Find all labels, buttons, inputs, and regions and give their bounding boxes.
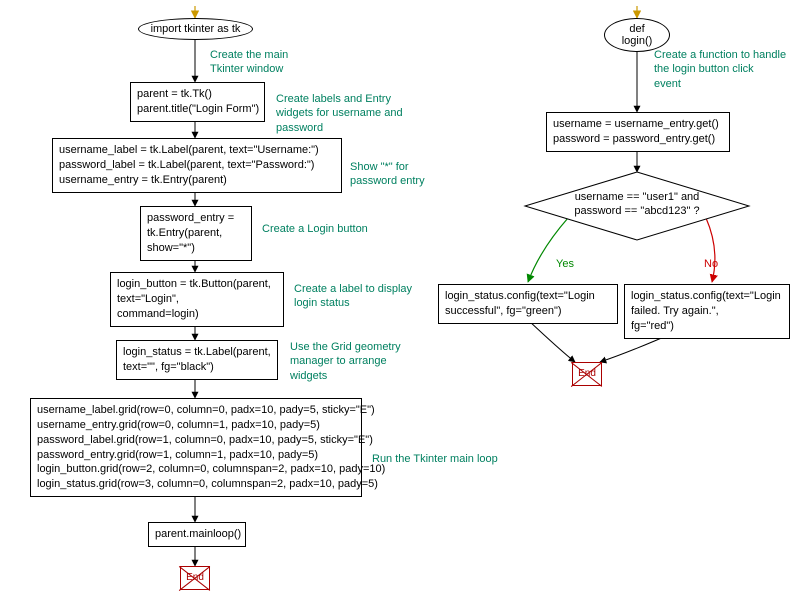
start-node-left: import tkinter as tk — [138, 18, 253, 40]
annot-login-handler: Create a function to handle the login bu… — [654, 48, 794, 91]
end-node-left: End — [180, 566, 210, 590]
node-get-credentials: username = username_entry.get() password… — [546, 112, 730, 152]
end-node-right: End — [572, 362, 602, 386]
node-tk-window: parent = tk.Tk() parent.title("Login For… — [130, 82, 265, 122]
decision-text: username == "user1" and password == "abc… — [547, 190, 727, 219]
node-grid-calls: username_label.grid(row=0, column=0, pad… — [30, 398, 362, 497]
node-login-fail: login_status.config(text="Login failed. … — [624, 284, 790, 339]
annot-labels-entries: Create labels and Entry widgets for user… — [276, 92, 416, 135]
edge-label-no: No — [704, 258, 718, 270]
node-password-entry: password_entry = tk.Entry(parent, show="… — [140, 206, 252, 261]
node-login-success: login_status.config(text="Login successf… — [438, 284, 618, 324]
edge-label-yes: Yes — [556, 258, 574, 270]
annot-password-mask: Show "*" for password entry — [350, 160, 440, 189]
annot-status-label: Create a label to display login status — [294, 282, 434, 311]
node-status-label: login_status = tk.Label(parent, text="",… — [116, 340, 278, 380]
node-login-button: login_button = tk.Button(parent, text="L… — [110, 272, 284, 327]
annot-grid: Use the Grid geometry manager to arrange… — [290, 340, 420, 383]
node-labels-entries: username_label = tk.Label(parent, text="… — [52, 138, 342, 193]
annot-create-window: Create the main Tkinter window — [210, 48, 288, 77]
start-node-right: def login() — [604, 18, 670, 52]
annot-login-button: Create a Login button — [262, 222, 368, 236]
annot-mainloop: Run the Tkinter main loop — [372, 452, 498, 466]
node-mainloop: parent.mainloop() — [148, 522, 246, 547]
